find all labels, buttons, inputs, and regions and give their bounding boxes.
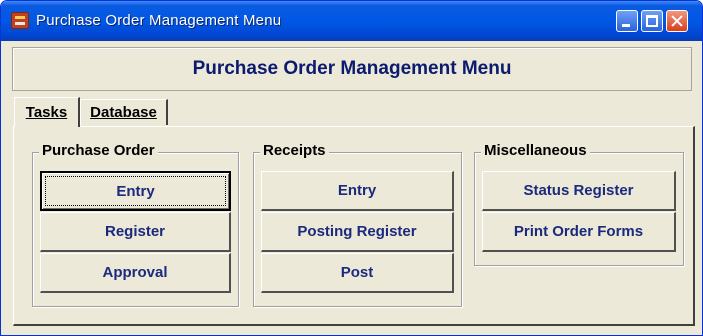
app-window: Purchase Order Management Menu Purchase …: [0, 0, 703, 336]
receipts-post-button[interactable]: Post: [261, 253, 454, 293]
button-label: Register: [104, 223, 166, 240]
button-label: Post: [340, 264, 374, 281]
header-panel: Purchase Order Management Menu: [12, 47, 692, 91]
maximize-button[interactable]: [641, 10, 663, 32]
po-register-button[interactable]: Register: [40, 212, 231, 252]
title-bar[interactable]: Purchase Order Management Menu: [1, 1, 702, 41]
status-register-button[interactable]: Status Register: [482, 171, 676, 211]
receipts-posting-register-button[interactable]: Posting Register: [261, 212, 454, 252]
button-label: Status Register: [523, 182, 634, 199]
button-label: Approval: [102, 264, 168, 281]
group-label: Miscellaneous: [481, 142, 590, 159]
group-label: Purchase Order: [39, 142, 158, 159]
maximize-icon: [646, 15, 658, 27]
button-label: Entry: [337, 182, 377, 199]
window-title: Purchase Order Management Menu: [36, 12, 282, 29]
print-order-forms-button[interactable]: Print Order Forms: [482, 212, 676, 252]
tab-database[interactable]: Database: [80, 99, 168, 125]
button-label: Print Order Forms: [513, 223, 644, 240]
tab-tasks[interactable]: Tasks: [14, 97, 80, 127]
group-label: Receipts: [260, 142, 329, 159]
page-title: Purchase Order Management Menu: [192, 58, 512, 79]
po-entry-button[interactable]: Entry: [40, 171, 231, 211]
po-approval-button[interactable]: Approval: [40, 253, 231, 293]
tab-label: Tasks: [25, 104, 68, 121]
minimize-icon: [622, 24, 630, 27]
tab-label: Database: [90, 104, 157, 121]
close-icon: [667, 11, 687, 31]
minimize-button[interactable]: [616, 10, 638, 32]
button-label: Entry: [116, 183, 155, 200]
close-button[interactable]: [666, 10, 688, 32]
app-icon[interactable]: [11, 12, 29, 29]
button-label: Posting Register: [297, 223, 417, 240]
receipts-entry-button[interactable]: Entry: [261, 171, 454, 211]
